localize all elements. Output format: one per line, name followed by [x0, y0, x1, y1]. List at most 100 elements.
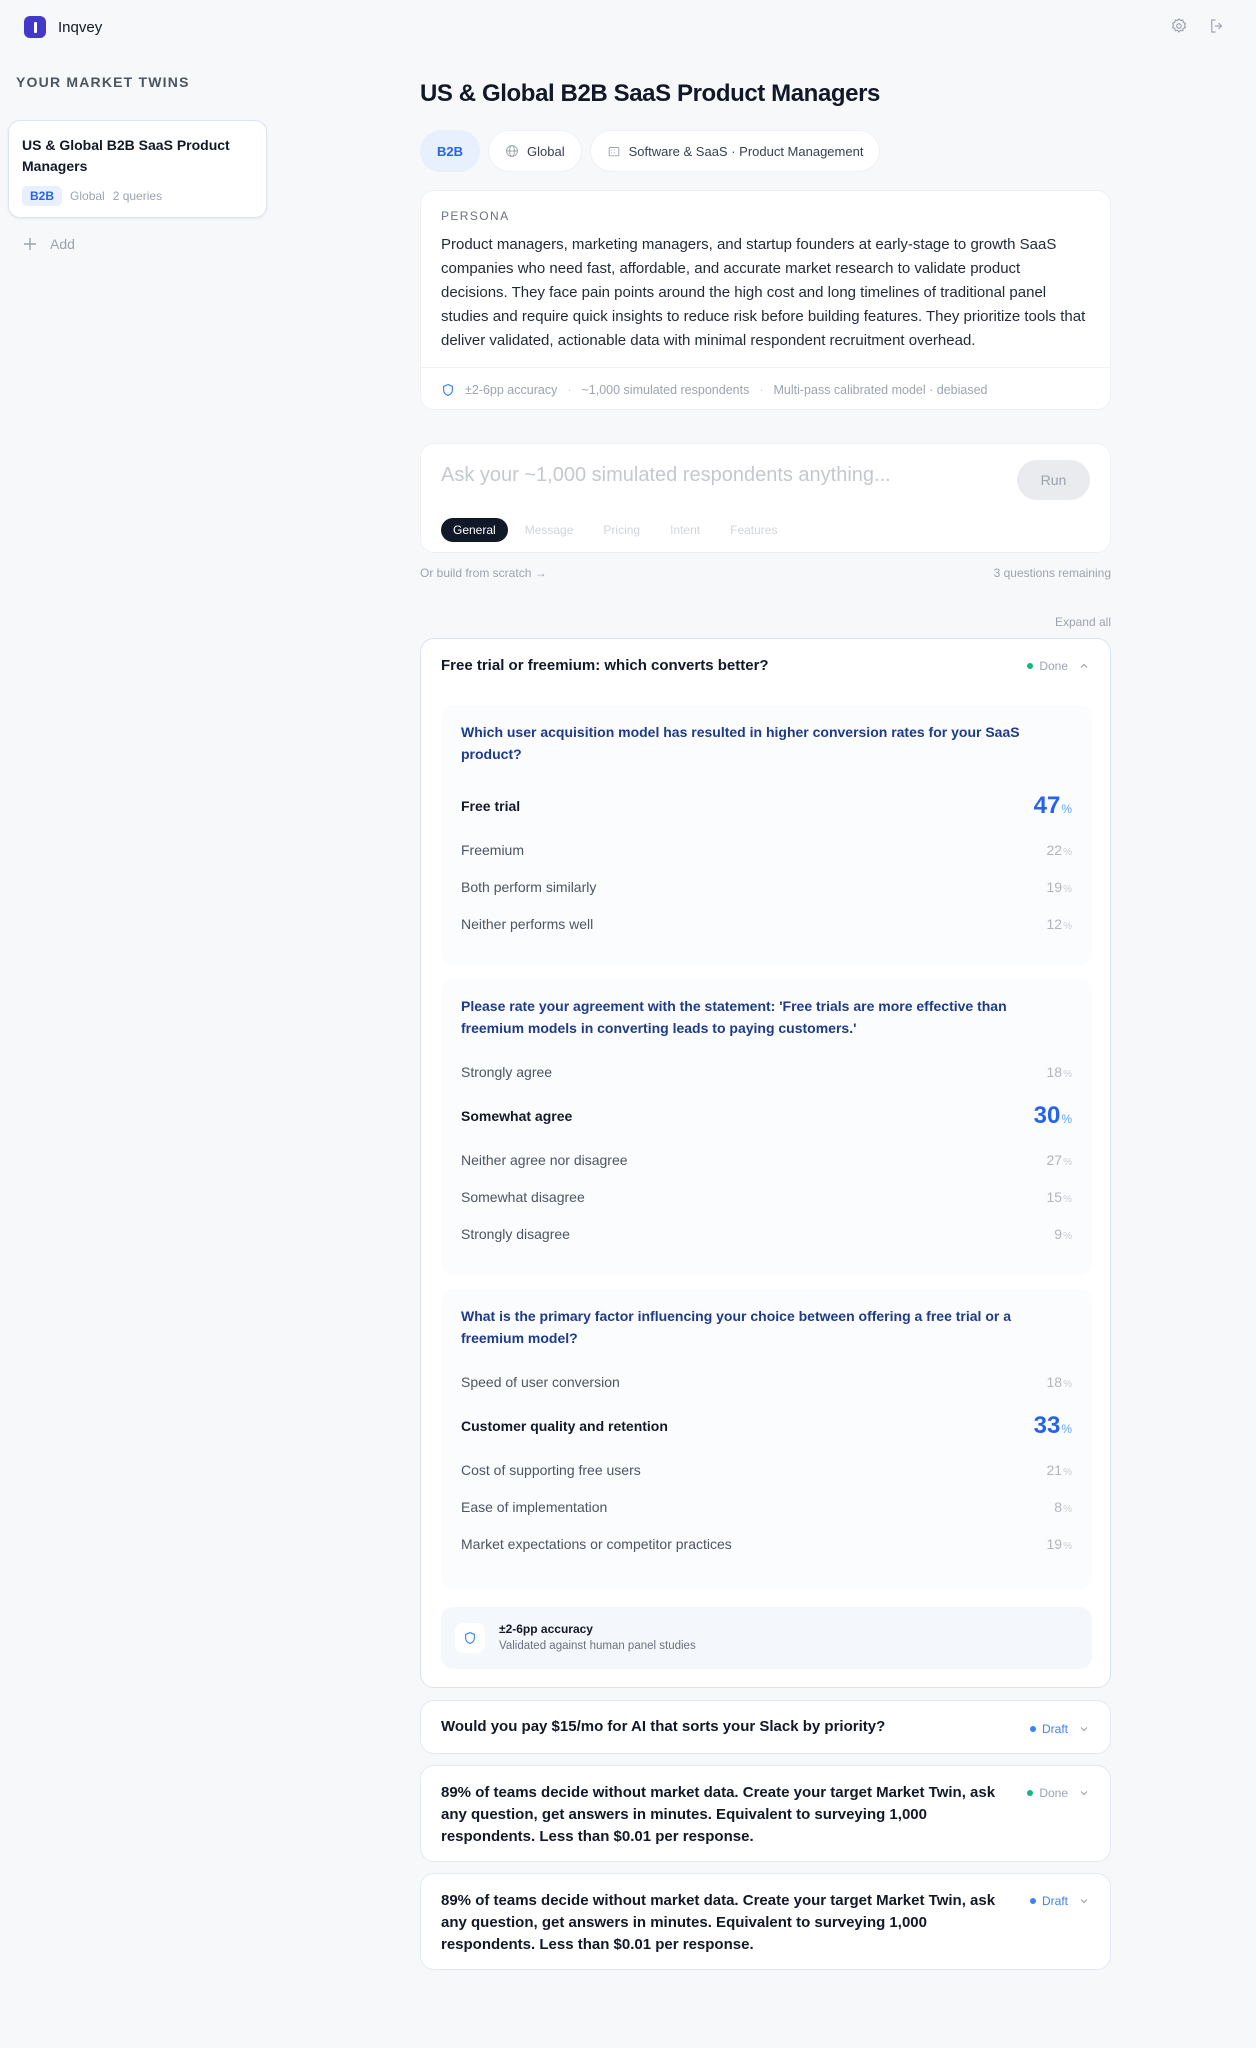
- status-label: Draft: [1041, 1894, 1068, 1908]
- percent-value: 18: [1046, 1374, 1063, 1390]
- status-badge[interactable]: Done: [1027, 1786, 1090, 1800]
- option-percent: 18%: [1047, 1064, 1072, 1080]
- status-label: Draft: [1041, 1722, 1068, 1736]
- percent-sign: %: [1061, 1422, 1072, 1436]
- option-percent: 8%: [1054, 1499, 1072, 1515]
- answer-option: Somewhat disagree 15%: [461, 1184, 1072, 1210]
- persona-label: PERSONA: [441, 209, 510, 223]
- option-percent: 33%: [1034, 1412, 1072, 1440]
- answer-option: Neither performs well 12%: [461, 911, 1072, 937]
- percent-value: 47: [1033, 792, 1061, 819]
- answer-option: Somewhat agree 30%: [461, 1102, 1072, 1129]
- twin-region: Global: [70, 189, 105, 203]
- answer-option: Strongly disagree 9%: [461, 1221, 1072, 1247]
- percent-value: 22: [1046, 842, 1063, 858]
- tab-intent[interactable]: Intent: [670, 523, 700, 537]
- accuracy-title: ±2-6pp accuracy: [499, 1622, 593, 1636]
- chip-region: Global: [488, 130, 582, 172]
- study-card[interactable]: Would you pay $15/mo for AI that sorts y…: [420, 1700, 1111, 1754]
- run-button[interactable]: Run: [1017, 460, 1090, 500]
- option-percent: 27%: [1047, 1152, 1072, 1168]
- percent-value: 21: [1046, 1462, 1063, 1478]
- answer-option: Market expectations or competitor practi…: [461, 1531, 1072, 1557]
- option-label: Strongly disagree: [461, 1226, 570, 1242]
- percent-sign: %: [1063, 1504, 1072, 1515]
- status-badge[interactable]: Done: [1027, 659, 1090, 673]
- persona-card: PERSONA Product managers, marketing mana…: [420, 190, 1111, 410]
- option-percent: 12%: [1047, 916, 1072, 932]
- globe-icon: [506, 145, 518, 157]
- percent-sign: %: [1063, 847, 1072, 858]
- option-percent: 22%: [1047, 842, 1072, 858]
- gear-icon[interactable]: [1170, 17, 1188, 35]
- answer-option: Speed of user conversion 18%: [461, 1369, 1072, 1395]
- study-title: 89% of teams decide without market data.…: [441, 1892, 996, 1953]
- separator: ·: [567, 382, 572, 397]
- option-label: Speed of user conversion: [461, 1374, 620, 1390]
- option-label: Neither agree nor disagree: [461, 1152, 628, 1168]
- brand-name: Inqvey: [58, 18, 103, 36]
- persona-accuracy: ±2-6pp accuracy: [465, 382, 558, 397]
- tab-features[interactable]: Features: [730, 523, 777, 537]
- chip-industry: Software & SaaS · Product Management: [589, 130, 881, 172]
- study-title[interactable]: Free trial or freemium: which converts b…: [441, 657, 769, 674]
- percent-sign: %: [1061, 1112, 1072, 1126]
- tab-message[interactable]: Message: [525, 523, 574, 537]
- twin-badge: B2B: [22, 186, 63, 206]
- option-label: Free trial: [461, 798, 521, 814]
- study-title: Would you pay $15/mo for AI that sorts y…: [441, 1718, 886, 1735]
- question-block: Please rate your agreement with the stat…: [441, 979, 1092, 1275]
- twin-card[interactable]: US & Global B2B SaaS Product Managers B2…: [8, 120, 267, 218]
- top-bar: Inqvey: [0, 0, 1256, 54]
- brand[interactable]: Inqvey: [24, 16, 102, 38]
- tab-general[interactable]: General: [441, 518, 508, 542]
- status-dot: [1029, 1726, 1036, 1732]
- percent-value: 33: [1033, 1412, 1061, 1439]
- chevron-down-icon: [1080, 1791, 1088, 1796]
- persona-model: Multi-pass calibrated model · debiased: [773, 382, 988, 397]
- shield-icon: [443, 383, 453, 396]
- answer-option: Both perform similarly 19%: [461, 874, 1072, 900]
- option-label: Customer quality and retention: [461, 1418, 668, 1434]
- percent-sign: %: [1061, 802, 1072, 816]
- persona-text: Product managers, marketing managers, an…: [441, 236, 1086, 349]
- persona-respondents: ~1,000 simulated respondents: [581, 382, 750, 397]
- twin-chips: B2B Global Software & SaaS · Product Man…: [420, 130, 881, 172]
- answer-option: Ease of implementation 8%: [461, 1494, 1072, 1520]
- question-text: Please rate your agreement with the stat…: [461, 998, 1007, 1036]
- building-icon: [608, 147, 619, 157]
- chip-b2b: B2B: [420, 130, 481, 172]
- page-title: US & Global B2B SaaS Product Managers: [420, 80, 880, 107]
- build-from-scratch-link[interactable]: Or build from scratch →: [420, 566, 547, 580]
- option-percent: 21%: [1047, 1462, 1072, 1478]
- percent-value: 8: [1054, 1499, 1063, 1515]
- chip-b2b-label: B2B: [437, 143, 464, 159]
- option-label: Market expectations or competitor practi…: [461, 1536, 732, 1552]
- shield-icon: [455, 1623, 485, 1653]
- study-card[interactable]: 89% of teams decide without market data.…: [420, 1873, 1111, 1970]
- question-type-tabs: General Message Pricing Intent Features: [441, 518, 777, 542]
- percent-sign: %: [1063, 884, 1072, 895]
- add-twin-button[interactable]: Add: [22, 236, 75, 252]
- tab-pricing[interactable]: Pricing: [603, 523, 640, 537]
- status-label: Done: [1039, 659, 1068, 673]
- status-badge[interactable]: Draft: [1029, 1894, 1090, 1908]
- ask-input[interactable]: Ask your ~1,000 simulated respondents an…: [441, 464, 981, 487]
- chevron-down-icon: [1080, 1899, 1088, 1904]
- study-card[interactable]: 89% of teams decide without market data.…: [420, 1765, 1111, 1862]
- logout-icon[interactable]: [1208, 17, 1226, 35]
- percent-sign: %: [1063, 1541, 1072, 1552]
- status-dot: [1029, 1898, 1036, 1904]
- status-label: Done: [1039, 1786, 1068, 1800]
- question-text: What is the primary factor influencing y…: [461, 1308, 1011, 1346]
- answer-option: Free trial 47%: [461, 792, 1072, 820]
- option-percent: 47%: [1034, 792, 1072, 820]
- status-badge[interactable]: Draft: [1029, 1722, 1090, 1736]
- question-block: Which user acquisition model has resulte…: [441, 705, 1092, 965]
- expand-all-button[interactable]: Expand all: [1055, 615, 1111, 629]
- question-text: Which user acquisition model has resulte…: [461, 724, 1020, 762]
- study-card-expanded: Free trial or freemium: which converts b…: [420, 638, 1111, 1688]
- option-percent: 19%: [1047, 1536, 1072, 1552]
- option-label: Somewhat disagree: [461, 1189, 585, 1205]
- chevron-down-icon: [1080, 1727, 1088, 1732]
